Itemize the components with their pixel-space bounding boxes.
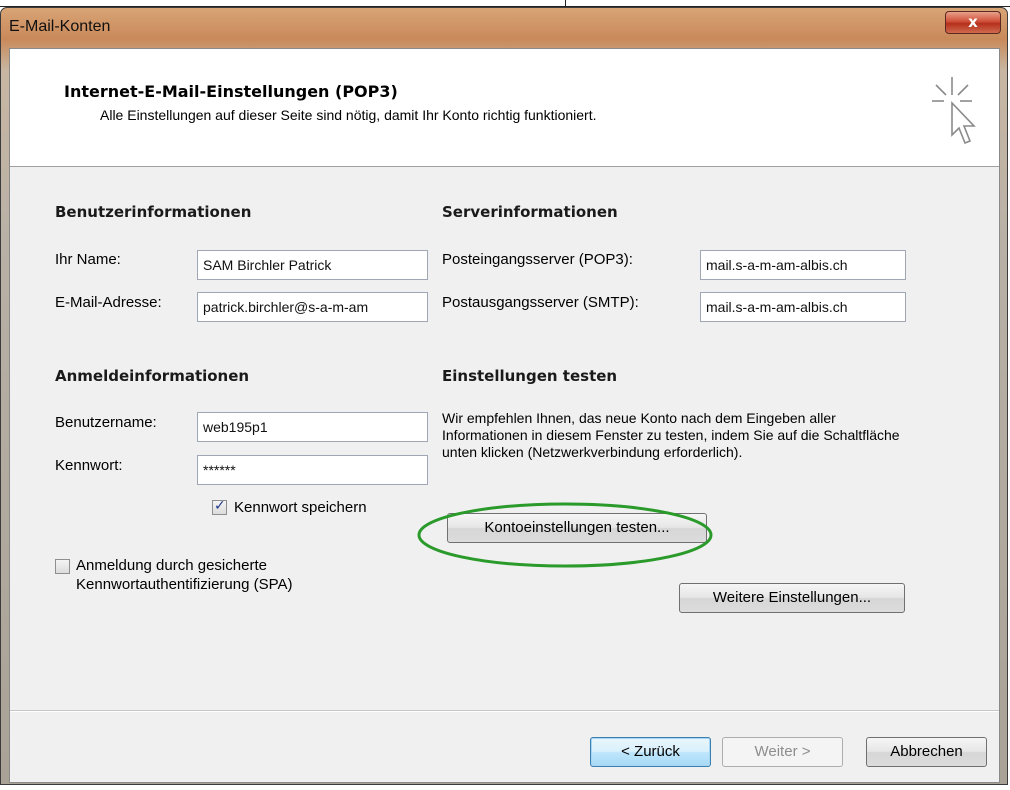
save-password-checkbox[interactable]: ✓ [212,498,227,515]
incoming-server-label: Posteingangsserver (POP3): [442,251,633,268]
page-title: Internet-E-Mail-Einstellungen (POP3) [64,82,398,101]
spa-checkbox[interactable] [55,559,70,574]
outgoing-server-field[interactable]: mail.s-a-m-am-albis.ch [700,292,906,322]
top-divider-vertical [565,0,566,7]
title-bar[interactable]: E-Mail-Konten x [1,8,1007,46]
cursor-sparkle-icon [932,77,976,145]
highlight-ellipse [417,502,713,568]
spa-label-line2[interactable]: Kennwortauthentifizierung (SPA) [76,576,293,593]
test-settings-heading: Einstellungen testen [442,367,618,385]
dialog-client-area: Internet-E-Mail-Einstellungen (POP3) All… [9,48,1000,783]
email-label: E-Mail-Adresse: [55,294,162,311]
back-button[interactable]: < Zurück [590,737,711,767]
checkmark-icon: ✓ [214,498,226,514]
save-password-label[interactable]: Kennwort speichern [234,499,367,516]
password-field[interactable]: ****** [197,455,428,485]
name-field[interactable]: SAM Birchler Patrick [197,250,428,280]
more-settings-button[interactable]: Weitere Einstellungen... [679,583,905,613]
login-info-heading: Anmeldeinformationen [55,367,250,385]
outgoing-server-label: Postausgangsserver (SMTP): [442,294,639,311]
footer-divider-highlight [10,711,999,712]
name-label: Ihr Name: [55,251,121,268]
user-info-heading: Benutzerinformationen [55,203,252,221]
close-button[interactable]: x [945,11,1001,34]
email-field[interactable]: patrick.birchler@s-a-m-am [197,292,428,322]
page-subtitle: Alle Einstellungen auf dieser Seite sind… [100,107,597,123]
next-button[interactable]: Weiter > [722,737,843,767]
window-title: E-Mail-Konten [9,18,111,35]
server-info-heading: Serverinformationen [442,203,618,221]
password-label: Kennwort: [55,457,123,474]
incoming-server-field[interactable]: mail.s-a-m-am-albis.ch [700,250,906,280]
close-icon: x [968,13,978,31]
username-label: Benutzername: [55,414,157,431]
test-settings-description: Wir empfehlen Ihnen, das neue Konto nach… [442,410,900,460]
spa-label-line1[interactable]: Anmeldung durch gesicherte [76,557,267,574]
cancel-button[interactable]: Abbrechen [866,737,987,767]
wizard-header: Internet-E-Mail-Einstellungen (POP3) All… [10,49,999,167]
email-accounts-dialog: E-Mail-Konten x Internet-E-Mail-Einstell… [0,7,1008,785]
username-field[interactable]: web195p1 [197,412,428,442]
